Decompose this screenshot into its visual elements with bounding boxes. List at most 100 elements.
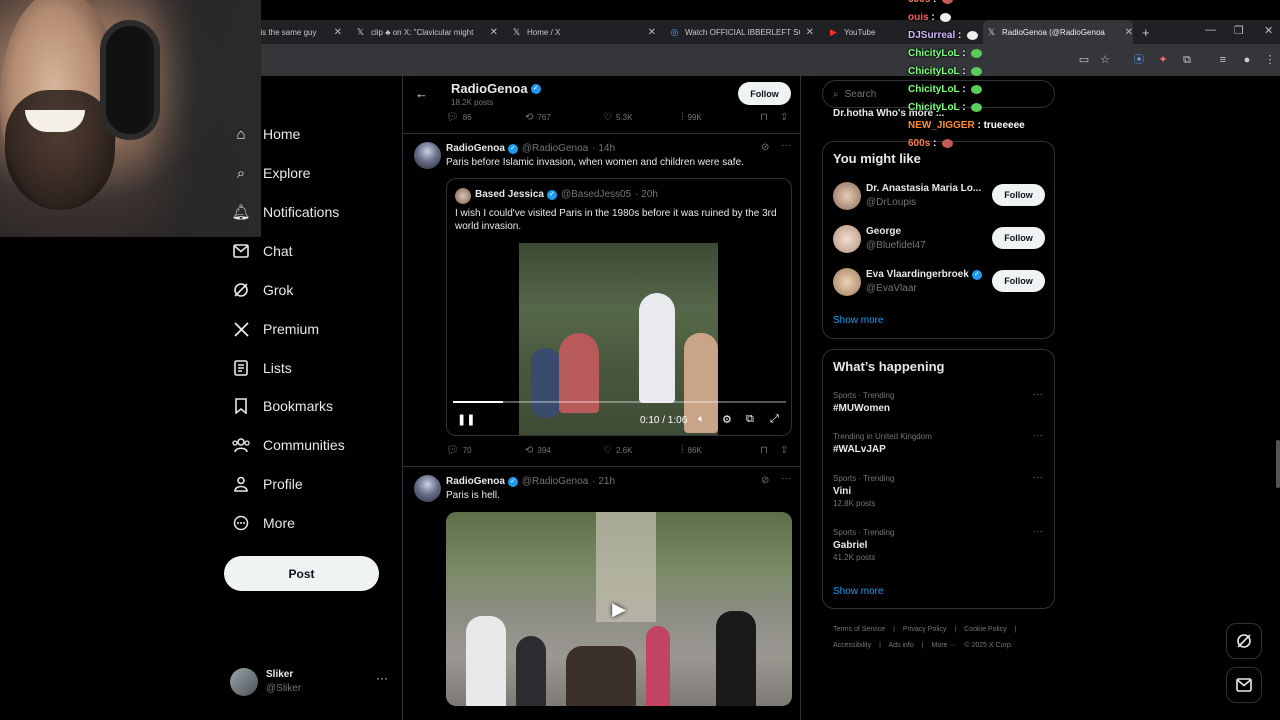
browser-tab-active[interactable]: 𝕏 RadioGenoa (@RadioGenoa ✕ — [983, 20, 1133, 44]
tweet-time[interactable]: · 14h — [592, 143, 615, 154]
tab-close-icon[interactable]: ✕ — [806, 27, 814, 38]
tweet-time[interactable]: · 21h — [592, 476, 615, 487]
avatar[interactable] — [414, 475, 441, 502]
tweet-author[interactable]: RadioGenoa — [446, 476, 505, 487]
footer-link-terms[interactable]: Terms of Service — [833, 626, 885, 633]
cast-icon[interactable]: ▭ — [1077, 53, 1091, 67]
tweet-author[interactable]: RadioGenoa — [446, 143, 505, 154]
trend-item[interactable]: Sports · Trending Gabriel 41.2K posts ··… — [833, 526, 1045, 562]
bookmark-button[interactable]: ⊓ — [760, 445, 772, 456]
back-arrow-icon[interactable]: ← — [415, 86, 428, 101]
sidebar-item-home[interactable]: ⌂ Home — [232, 122, 300, 146]
browser-tab[interactable]: ▶ YouTube — [829, 20, 909, 44]
footer-link-more[interactable]: More ··· — [932, 642, 957, 649]
account-switcher[interactable]: Sliker @Sliker ··· — [230, 667, 390, 697]
sidebar-item-more[interactable]: More — [232, 511, 295, 535]
trend-name: Gabriel — [833, 540, 868, 551]
bookmark-button[interactable]: ⊓ — [760, 112, 772, 123]
views-button[interactable]: ⫶ 99K — [681, 112, 702, 123]
messages-fab-button[interactable] — [1226, 667, 1262, 703]
avatar[interactable] — [414, 142, 441, 169]
puzzle-icon[interactable]: ⧉ — [1180, 53, 1194, 67]
sidebar-item-lists[interactable]: Lists — [232, 356, 292, 380]
suggested-user[interactable]: George @Bluefidel47 Follow — [833, 224, 1045, 254]
more-icon[interactable]: ··· — [1033, 389, 1043, 400]
footer-link-accessibility[interactable]: Accessibility — [833, 642, 871, 649]
play-icon[interactable]: ▶ — [610, 599, 628, 619]
sidebar-item-chat[interactable]: Chat — [232, 239, 293, 263]
new-tab-button[interactable]: + — [1142, 20, 1156, 44]
grok-fab-button[interactable] — [1226, 623, 1262, 659]
pause-icon[interactable]: ❚❚ — [457, 413, 475, 426]
reply-button[interactable]: 💬︎ 70 — [446, 445, 472, 456]
page-scrollbar[interactable] — [1276, 440, 1280, 488]
sidebar-item-explore[interactable]: ⌕ Explore — [232, 161, 311, 185]
more-icon[interactable]: ··· — [1033, 430, 1043, 441]
grok-icon[interactable]: ⊘ — [761, 142, 769, 153]
show-more-link[interactable]: Show more — [833, 586, 884, 597]
browser-tab[interactable]: 𝕏 Home / X ✕ — [512, 20, 656, 44]
repost-button[interactable]: ⟲ 394 — [525, 445, 551, 456]
volume-icon[interactable]: 🔈︎ — [698, 413, 705, 426]
restore-icon[interactable]: ❐ — [1234, 24, 1244, 37]
repost-button[interactable]: ⟲ 767 — [525, 112, 551, 123]
video-player[interactable]: ❚❚ 0:10 / 1:06 🔈︎ ⚙ ⧉ ⤢ — [447, 243, 791, 435]
tab-close-icon[interactable]: ✕ — [648, 27, 656, 38]
sidebar-item-communities[interactable]: Communities — [232, 433, 345, 457]
follow-button[interactable]: Follow — [992, 184, 1045, 206]
suggested-user[interactable]: Dr. Anastasia Maria Lo... @DrLoupis Foll… — [833, 181, 1045, 211]
post-button[interactable]: Post — [224, 556, 379, 591]
quoted-tweet[interactable]: Based Jessica ✓ @BasedJess05 · 20h I wis… — [446, 178, 792, 436]
more-icon[interactable]: ··· — [1033, 472, 1043, 483]
sidebar-item-profile[interactable]: Profile — [232, 472, 303, 496]
sidebar-item-notifications[interactable]: 🔔︎ Notifications — [231, 200, 339, 224]
profile-header: ← RadioGenoa ✓ 18.2K posts Follow — [403, 76, 800, 112]
follow-button[interactable]: Follow — [738, 82, 791, 105]
follow-button[interactable]: Follow — [992, 227, 1045, 249]
fullscreen-icon[interactable]: ⤢ — [770, 413, 779, 426]
suggested-user[interactable]: Eva Vlaardingerbroek ✓ @EvaVlaar Follow — [833, 267, 1045, 297]
trend-item[interactable]: Trending in United Kingdom #WALvJAP ··· — [833, 430, 1045, 462]
profile-icon[interactable]: ● — [1240, 53, 1254, 67]
share-button[interactable]: ⇪ — [780, 445, 792, 456]
trend-item[interactable]: Sports · Trending #MUWomen ··· — [833, 389, 1045, 421]
tweet-header: RadioGenoa ✓ @RadioGenoa · 21h — [446, 476, 615, 487]
more-icon[interactable]: ··· — [781, 140, 791, 151]
sidebar-item-premium[interactable]: Premium — [232, 317, 319, 341]
browser-tab[interactable]: 𝕏 clip ♣ on X: "Clavicular might ✕ — [356, 20, 498, 44]
grok-icon[interactable]: ⊘ — [761, 475, 769, 486]
browser-tab[interactable]: his the same guy ✕ — [256, 20, 342, 44]
settings-icon[interactable]: ⚙ — [722, 413, 732, 426]
video-progress-bar[interactable] — [453, 401, 786, 403]
tab-close-icon[interactable]: ✕ — [334, 27, 342, 38]
tab-close-icon[interactable]: ✕ — [1125, 27, 1133, 38]
trend-item[interactable]: Sports · Trending Vini 12.8K posts ··· — [833, 472, 1045, 508]
playlist-icon[interactable]: ≡ — [1216, 53, 1230, 67]
follow-button[interactable]: Follow — [992, 270, 1045, 292]
share-button[interactable]: ⇪ — [780, 112, 792, 123]
more-icon[interactable]: ··· — [781, 473, 791, 484]
show-more-link[interactable]: Show more — [833, 315, 884, 326]
footer-link-cookies[interactable]: Cookie Policy — [964, 626, 1006, 633]
extension-icon[interactable]: ⦿ — [1132, 53, 1146, 67]
views-button[interactable]: ⫶ 86K — [681, 445, 702, 456]
footer-link-privacy[interactable]: Privacy Policy — [903, 626, 947, 633]
reply-button[interactable]: 💬︎ 86 — [446, 112, 472, 123]
picture-in-picture-icon[interactable]: ⧉ — [746, 413, 754, 426]
video-person — [716, 611, 756, 706]
close-window-icon[interactable]: ✕ — [1264, 24, 1273, 37]
minimize-icon[interactable]: — — [1205, 24, 1216, 36]
like-button[interactable]: ♡ 5.3K — [603, 112, 632, 123]
extension-icon[interactable]: ✦ — [1156, 53, 1170, 67]
like-button[interactable]: ♡ 2.6K — [603, 445, 632, 456]
tab-close-icon[interactable]: ✕ — [490, 27, 498, 38]
menu-icon[interactable]: ⋮ — [1263, 53, 1277, 67]
sidebar-item-grok[interactable]: Grok — [232, 278, 293, 302]
browser-tab[interactable]: ◎ Watch OFFICIAL IBBERLEFT SO ✕ — [670, 20, 814, 44]
sidebar-item-bookmarks[interactable]: Bookmarks — [232, 394, 333, 418]
account-more-icon[interactable]: ··· — [376, 671, 388, 685]
footer-link-ads-info[interactable]: Ads info — [888, 642, 913, 649]
star-icon[interactable]: ☆ — [1098, 53, 1112, 67]
video-player[interactable]: ▶ — [446, 512, 792, 706]
more-icon[interactable]: ··· — [1033, 526, 1043, 537]
